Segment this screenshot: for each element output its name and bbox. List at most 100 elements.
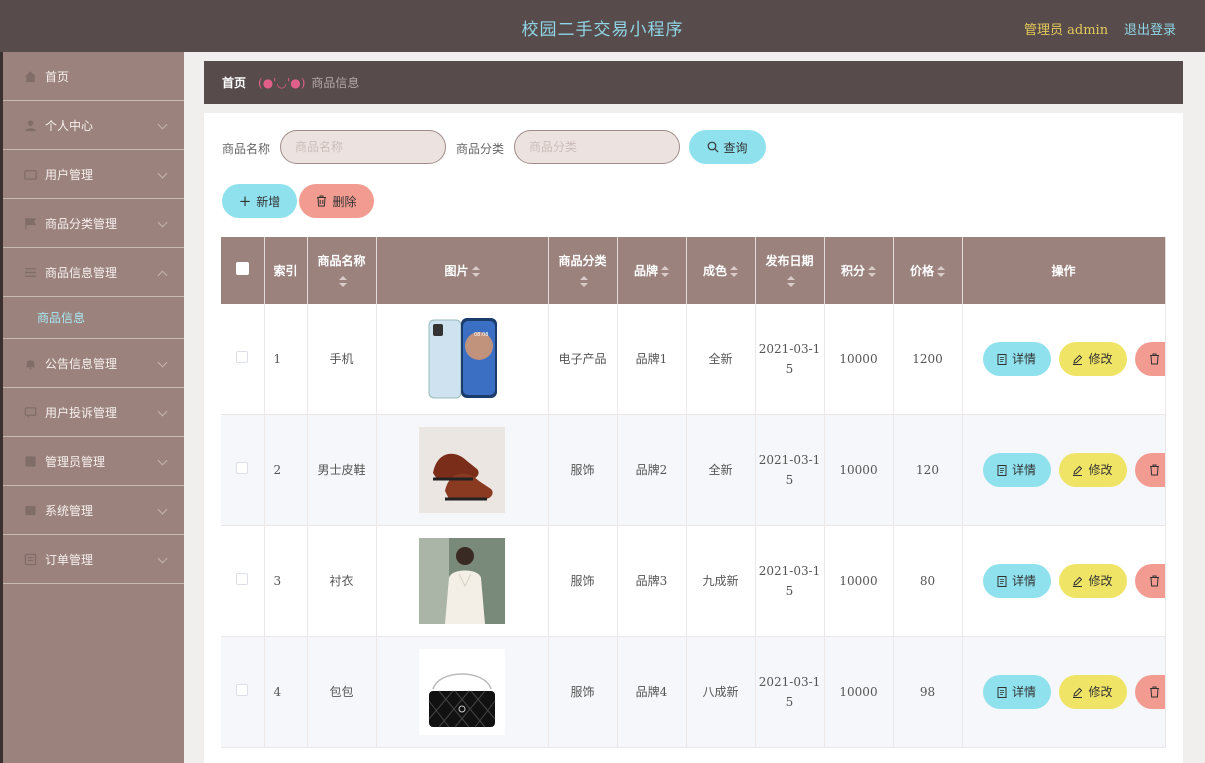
sidebar-item-label: 公告信息管理	[45, 356, 118, 371]
cell-points: 10000	[824, 304, 894, 415]
product-category-input[interactable]	[514, 130, 680, 164]
top-bar: 校园二手交易小程序 管理员 admin 退出登录	[0, 0, 1205, 52]
sidebar-item-personal-center[interactable]: 个人中心	[3, 101, 184, 150]
add-button[interactable]: + 新增	[222, 184, 297, 218]
product-image-shirt	[419, 538, 505, 624]
row-checkbox[interactable]	[221, 304, 265, 415]
edit-button[interactable]: 修改	[1058, 564, 1127, 598]
sidebar-item-notice-management[interactable]: 公告信息管理	[3, 339, 184, 388]
product-category-label: 商品分类	[456, 142, 505, 156]
sidebar-subitem-product-info[interactable]: 商品信息	[3, 297, 184, 339]
header-name-label: 商品名称	[317, 253, 366, 268]
sort-icon[interactable]	[868, 265, 876, 277]
header-price-label: 价格	[909, 263, 934, 278]
sidebar-item-complaint-management[interactable]: 用户投诉管理	[3, 388, 184, 437]
sidebar-item-category-management[interactable]: 商品分类管理	[3, 199, 184, 248]
sidebar-item-label: 商品信息管理	[45, 265, 118, 280]
header-price[interactable]: 价格	[893, 237, 963, 304]
edit-button[interactable]: 修改	[1058, 675, 1127, 709]
chevron-up-icon	[157, 270, 168, 281]
trash-icon	[1149, 686, 1159, 698]
cell-date: 2021-03-1 5	[755, 304, 825, 415]
sidebar-item-label: 个人中心	[45, 118, 94, 133]
row-checkbox[interactable]	[221, 414, 265, 526]
breadcrumb-home[interactable]: 首页	[222, 74, 246, 91]
detail-button[interactable]: 详情	[982, 342, 1051, 376]
sidebar-item-user-management[interactable]: 用户管理	[3, 150, 184, 199]
sort-icon[interactable]	[937, 265, 945, 277]
cell-name: 衬衣	[307, 525, 377, 637]
cell-date-line2: 5	[785, 473, 794, 487]
delete-button[interactable]: 删除	[1134, 564, 1165, 598]
cell-category: 服饰	[548, 636, 618, 748]
header-points[interactable]: 积分	[824, 237, 894, 304]
product-name-input[interactable]	[280, 130, 446, 164]
delete-button[interactable]: 删除	[1134, 453, 1165, 487]
cell-price: 120	[893, 414, 963, 526]
sidebar-item-label: 订单管理	[45, 552, 94, 567]
header-category[interactable]: 商品分类	[548, 237, 618, 304]
trash-icon	[1149, 575, 1159, 587]
sort-icon[interactable]	[471, 265, 480, 277]
sort-icon[interactable]	[580, 275, 588, 287]
chevron-down-icon	[157, 119, 168, 130]
cell-image	[376, 525, 549, 637]
header-image-label: 图片	[444, 263, 469, 278]
settings-icon	[23, 503, 37, 517]
sidebar: 首页 个人中心 用户管理 商品分类管理 商品信息管理 商品信息 公告信息管理 用…	[0, 52, 184, 763]
cell-date-line1: 2021-03-1	[758, 675, 821, 689]
row-checkbox[interactable]	[221, 636, 265, 748]
sidebar-item-product-management[interactable]: 商品信息管理	[3, 248, 184, 297]
cell-image	[376, 414, 549, 526]
logout-link[interactable]: 退出登录	[1124, 19, 1176, 38]
header-image[interactable]: 图片	[376, 237, 549, 304]
delete-button[interactable]: 删除	[1134, 342, 1165, 376]
sidebar-item-admin-management[interactable]: 管理员管理	[3, 437, 184, 486]
cell-points: 10000	[824, 525, 894, 637]
bell-icon	[23, 356, 37, 370]
header-name[interactable]: 商品名称	[307, 237, 377, 304]
header-condition[interactable]: 成色	[686, 237, 756, 304]
sort-icon[interactable]	[661, 265, 669, 277]
cell-price: 1200	[893, 304, 963, 415]
batch-delete-label: 删除	[332, 194, 357, 209]
admin-icon	[23, 454, 37, 468]
header-category-label: 商品分类	[558, 253, 607, 268]
cell-ops: 详情 修改 删除	[962, 636, 1166, 748]
header-brand[interactable]: 品牌	[617, 237, 687, 304]
cell-condition: 九成新	[686, 525, 756, 637]
query-button[interactable]: 查询	[689, 130, 766, 164]
cell-index: 4	[264, 636, 308, 748]
detail-button-label: 详情	[1011, 685, 1036, 699]
sidebar-item-label: 系统管理	[45, 503, 94, 518]
trash-icon	[1149, 353, 1159, 365]
cell-index: 2	[264, 414, 308, 526]
edit-button[interactable]: 修改	[1058, 453, 1127, 487]
sidebar-item-system-management[interactable]: 系统管理	[3, 486, 184, 535]
users-icon	[23, 167, 37, 181]
header-date-label: 发布日期	[765, 253, 814, 268]
document-icon	[997, 575, 1007, 587]
sidebar-item-order-management[interactable]: 订单管理	[3, 535, 184, 584]
sidebar-item-home[interactable]: 首页	[3, 52, 184, 101]
edit-button-label: 修改	[1088, 685, 1113, 699]
sort-icon[interactable]	[339, 275, 347, 287]
header-date[interactable]: 发布日期	[755, 237, 825, 304]
delete-button[interactable]: 删除	[1134, 675, 1165, 709]
batch-delete-button[interactable]: 删除	[299, 184, 374, 218]
sort-icon[interactable]	[730, 265, 738, 277]
sort-icon[interactable]	[787, 275, 795, 287]
edit-button[interactable]: 修改	[1058, 342, 1127, 376]
breadcrumb-current: 商品信息	[311, 76, 360, 90]
cell-date-line1: 2021-03-1	[758, 453, 821, 467]
cell-image	[376, 636, 549, 748]
cell-condition: 八成新	[686, 636, 756, 748]
product-image-shoes	[419, 427, 505, 513]
detail-button[interactable]: 详情	[982, 675, 1051, 709]
header-condition-label: 成色	[702, 263, 727, 278]
row-checkbox[interactable]	[221, 525, 265, 637]
select-all-checkbox[interactable]	[221, 237, 265, 304]
detail-button[interactable]: 详情	[982, 453, 1051, 487]
detail-button[interactable]: 详情	[982, 564, 1051, 598]
cell-date-line2: 5	[785, 695, 794, 709]
